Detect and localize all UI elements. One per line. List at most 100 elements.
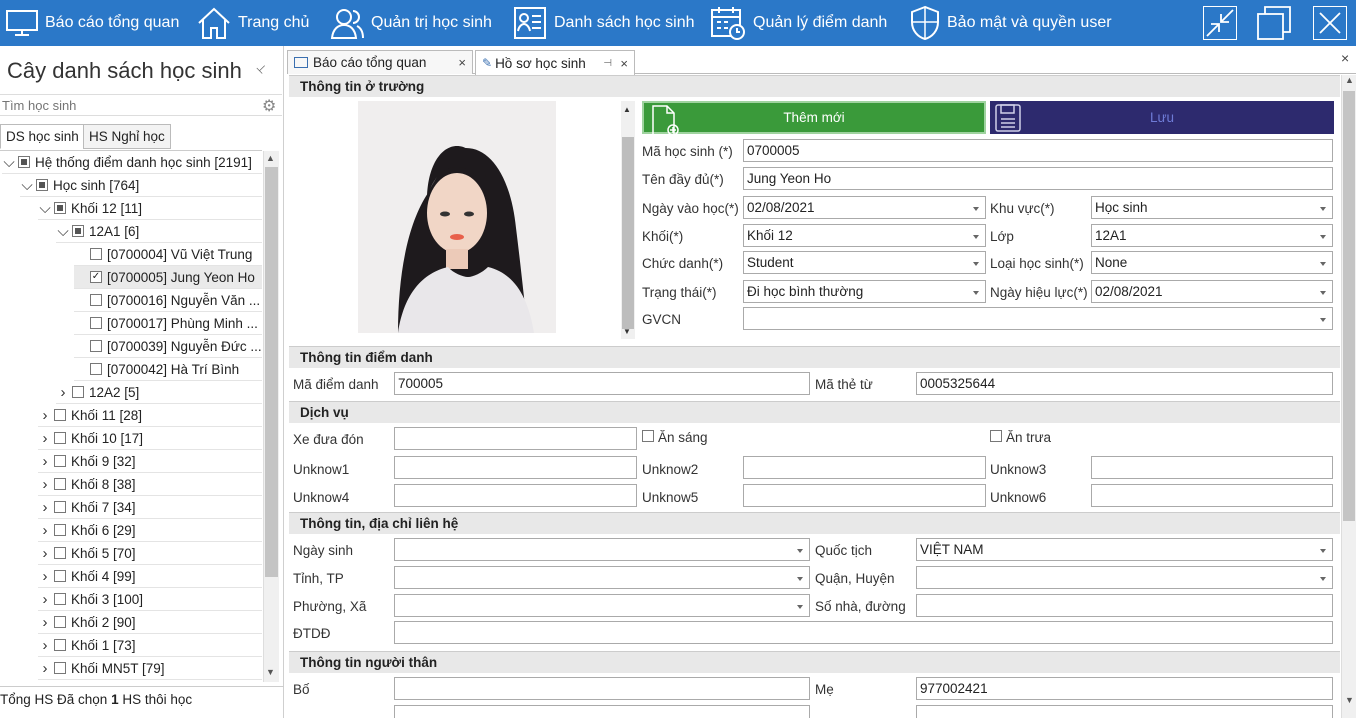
close-tab-icon[interactable]: × [620, 56, 628, 71]
tree-node[interactable]: ✓ [0700005] Jung Yeon Ho [74, 266, 262, 289]
tree-node-checkbox[interactable] [54, 501, 66, 513]
tree-node-checkbox[interactable] [72, 386, 84, 398]
tree-node[interactable]: › Khối 9 [32] [38, 450, 262, 473]
tree-node[interactable]: [0700042] Hà Trí Bình [74, 358, 262, 381]
expand-chevron-icon[interactable]: › [38, 430, 52, 447]
expand-chevron-icon[interactable]: › [38, 545, 52, 562]
tree-node-checkbox[interactable] [90, 248, 102, 260]
expand-chevron-icon[interactable]: › [38, 499, 52, 516]
tree-node-checkbox[interactable] [54, 432, 66, 444]
scroll-down-arrow-icon[interactable]: ▼ [1345, 695, 1354, 705]
text-field[interactable] [916, 705, 1333, 718]
tree-scroll-thumb[interactable] [265, 167, 278, 577]
tree-node-checkbox[interactable] [54, 455, 66, 467]
tree-scrollbar[interactable]: ▲ ▼ [263, 151, 279, 682]
pin-icon[interactable]: ⊣ [603, 58, 612, 69]
tree-node-checkbox[interactable] [54, 616, 66, 628]
tree-node[interactable]: › Khối 1 [73] [38, 634, 262, 657]
nationality-select[interactable]: VIỆT NAM [916, 538, 1333, 561]
toolbar-student-list-button[interactable]: Danh sách học sinh [512, 0, 695, 46]
form-scrollbar[interactable]: ▲ ▼ [1341, 75, 1356, 718]
tree-node-checkbox[interactable] [90, 363, 102, 375]
expand-chevron-icon[interactable]: › [38, 660, 52, 677]
ward-select[interactable] [394, 594, 810, 617]
title-select[interactable]: Student [743, 251, 986, 274]
attendance-code-field[interactable]: 700005 [394, 372, 810, 395]
expand-chevron-icon[interactable]: › [38, 568, 52, 585]
unknown-field[interactable] [394, 456, 637, 479]
tree-node-checkbox[interactable] [54, 202, 66, 214]
toolbar-student-admin-button[interactable]: Quản trị học sinh [329, 0, 492, 46]
tree-node[interactable]: › Khối 11 [28] [38, 404, 262, 427]
tree-node[interactable]: › Khối 2 [90] [38, 611, 262, 634]
expand-chevron-icon[interactable]: ⌵ [20, 177, 34, 194]
homeroom-teacher-select[interactable] [743, 307, 1333, 330]
tree-node-checkbox[interactable] [54, 409, 66, 421]
save-button[interactable]: Lưu [990, 101, 1334, 134]
tree-node[interactable]: › Khối 7 [34] [38, 496, 262, 519]
tree-node[interactable]: [0700039] Nguyễn Đức ... [74, 335, 262, 358]
tree-node-checkbox[interactable] [90, 340, 102, 352]
gear-icon[interactable]: ⚙ [262, 96, 276, 116]
tab-hs-nghi-hoc[interactable]: HS Nghỉ học [83, 124, 171, 149]
unknown-field[interactable] [394, 484, 637, 507]
expand-chevron-icon[interactable]: › [38, 591, 52, 608]
tree-node[interactable]: ⌵ Học sinh [764] [20, 174, 262, 197]
full-name-field[interactable]: Jung Yeon Ho [743, 167, 1333, 190]
tree-node[interactable]: [0700004] Vũ Việt Trung [74, 243, 262, 266]
tab-ds-hoc-sinh[interactable]: DS học sinh [0, 124, 85, 149]
tree-node[interactable]: ⌵ Khối 12 [11] [38, 197, 262, 220]
tree-node-checkbox[interactable] [54, 547, 66, 559]
expand-chevron-icon[interactable]: › [38, 522, 52, 539]
mobile-field[interactable] [394, 621, 1333, 644]
photo-scrollbar[interactable]: ▲ ▼ [621, 101, 635, 339]
tree-node-checkbox[interactable] [72, 225, 84, 237]
tree-node[interactable]: › Khối 6 [29] [38, 519, 262, 542]
tree-node[interactable]: › Khối 8 [38] [38, 473, 262, 496]
scroll-up-arrow-icon[interactable]: ▲ [266, 153, 275, 163]
student-type-select[interactable]: None [1091, 251, 1333, 274]
tree-node-checkbox[interactable] [54, 639, 66, 651]
lunch-checkbox[interactable] [990, 430, 1002, 442]
tree-node[interactable]: › Khối 5 [70] [38, 542, 262, 565]
student-search-input[interactable] [0, 95, 250, 115]
enroll-date-picker[interactable]: 02/08/2021 [743, 196, 986, 219]
unknown-field[interactable] [1091, 456, 1333, 479]
scroll-down-arrow-icon[interactable]: ▼ [623, 327, 631, 336]
restore-window-button[interactable] [1203, 6, 1237, 40]
expand-chevron-icon[interactable]: › [38, 453, 52, 470]
expand-chevron-icon[interactable]: › [38, 614, 52, 631]
scroll-up-arrow-icon[interactable]: ▲ [623, 105, 631, 114]
tree-node-checkbox[interactable] [36, 179, 48, 191]
tree-node-checkbox[interactable] [54, 593, 66, 605]
tree-node-checkbox[interactable] [90, 317, 102, 329]
expand-chevron-icon[interactable]: ⌵ [56, 223, 70, 240]
expand-chevron-icon[interactable]: ⌵ [2, 154, 16, 171]
tree-node[interactable]: [0700016] Nguyễn Văn ... [74, 289, 262, 312]
shuttle-field[interactable] [394, 427, 637, 450]
mother-field[interactable]: 977002421 [916, 677, 1333, 700]
student-id-field[interactable]: 0700005 [743, 139, 1333, 162]
expand-chevron-icon[interactable]: › [38, 407, 52, 424]
tree-node[interactable]: › Khối MN5T [79] [38, 657, 262, 680]
tree-node[interactable]: ⌵ Hệ thống điểm danh học sinh [2191] [2, 151, 262, 174]
tree-node-checkbox[interactable] [18, 156, 30, 168]
class-select[interactable]: 12A1 [1091, 224, 1333, 247]
form-scroll-thumb[interactable] [1343, 91, 1355, 521]
tab-ho-so-hoc-sinh[interactable]: ✎ Hồ sơ học sinh ⊣ × [475, 50, 635, 75]
close-panel-icon[interactable]: × [1341, 50, 1349, 66]
toolbar-report-button[interactable]: Báo cáo tổng quan [5, 0, 179, 46]
expand-chevron-icon[interactable]: ⌵ [38, 200, 52, 217]
father-field[interactable] [394, 677, 810, 700]
scroll-up-arrow-icon[interactable]: ▲ [1345, 75, 1354, 85]
province-select[interactable] [394, 566, 810, 589]
student-tree[interactable]: ⌵ Hệ thống điểm danh học sinh [2191] ⌵ Học … [0, 150, 262, 682]
expand-chevron-icon[interactable]: › [38, 637, 52, 654]
toolbar-home-button[interactable]: Trang chủ [196, 0, 309, 46]
tree-node-checkbox[interactable] [90, 294, 102, 306]
unknown-field[interactable] [1091, 484, 1333, 507]
tree-node-checkbox[interactable] [54, 570, 66, 582]
effective-date-picker[interactable]: 02/08/2021 [1091, 280, 1333, 303]
maximize-window-button[interactable] [1257, 6, 1291, 40]
tree-node[interactable]: › Khối 3 [100] [38, 588, 262, 611]
